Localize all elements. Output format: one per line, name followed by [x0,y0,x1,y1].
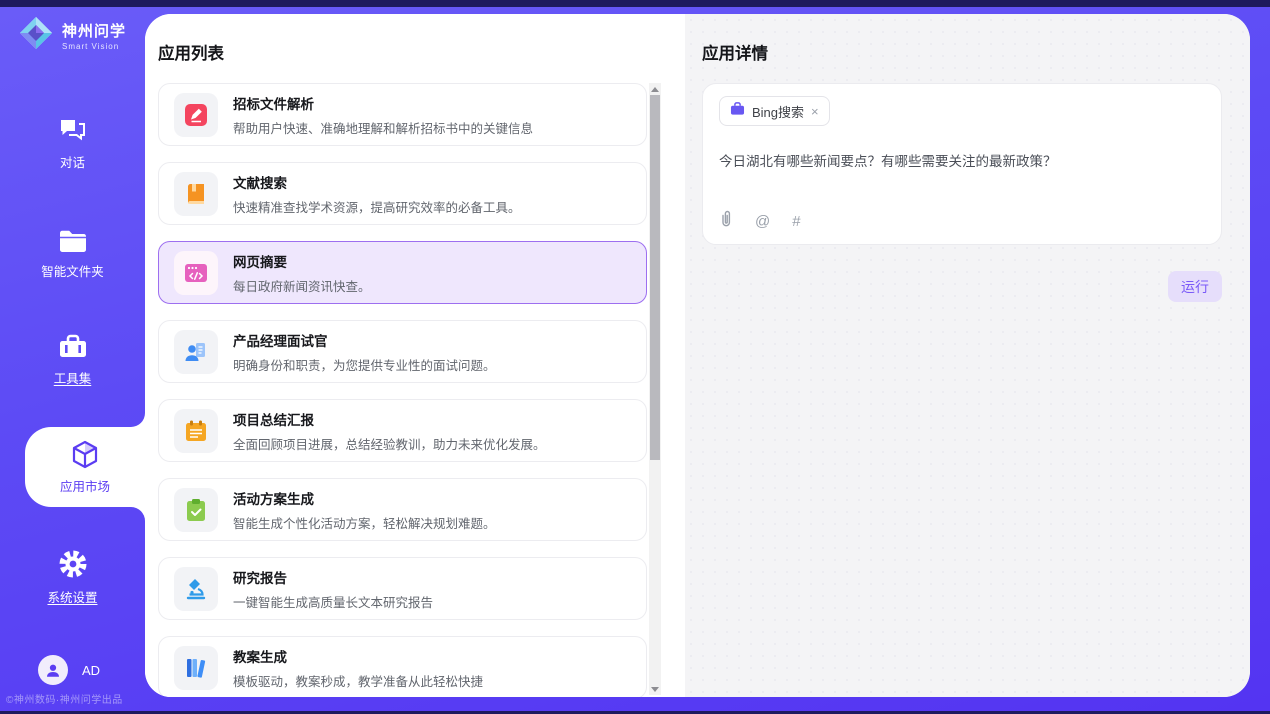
diamond-logo-icon [18,15,54,56]
app-name: 研究报告 [233,567,433,587]
sidebar: 神州问学 Smart Vision 对话 智能文件夹 [0,7,145,711]
sidebar-item-toolset[interactable]: 工具集 [0,333,145,387]
browser-code-icon [174,251,218,295]
sidebar-item-label: 系统设置 [0,587,145,606]
app-name: 项目总结汇报 [233,409,546,429]
app-card-web-summary[interactable]: 网页摘要 每日政府新闻资讯快查。 [158,241,647,304]
book-icon [174,172,218,216]
app-desc: 帮助用户快速、准确地理解和解析招标书中的关键信息 [233,118,533,137]
interviewer-icon [174,330,218,374]
app-name: 产品经理面试官 [233,330,496,350]
scroll-down-icon[interactable] [649,683,661,695]
list-scrollbar[interactable] [649,83,661,695]
sidebar-item-smart-folder[interactable]: 智能文件夹 [0,228,145,280]
folder-icon [0,228,145,254]
sidebar-item-label: 工具集 [0,368,145,387]
app-name: 教案生成 [233,646,483,666]
chat-icon [0,115,145,145]
app-name: 活动方案生成 [233,488,496,508]
sidebar-item-app-market[interactable]: 应用市场 [25,427,145,507]
run-button[interactable]: 运行 [1168,271,1222,302]
app-list-title: 应用列表 [158,40,224,64]
scrollbar-thumb[interactable] [650,95,660,460]
app-card-pm-interviewer[interactable]: 产品经理面试官 明确身份和职责，为您提供专业性的面试问题。 [158,320,647,383]
close-icon[interactable]: × [811,105,819,118]
app-desc: 智能生成个性化活动方案，轻松解决规划难题。 [233,513,496,532]
sidebar-item-chat[interactable]: 对话 [0,115,145,171]
tool-tag-label: Bing搜索 [752,102,804,121]
main-content: 应用列表 招标文件解析 帮助用户快速、准确地理解和解析招标书中的关键信息 [145,14,1250,697]
prompt-card[interactable]: Bing搜索 × 今日湖北有哪些新闻要点？有哪些需要关注的最新政策？ @ # [702,83,1222,245]
paperclip-icon[interactable] [719,210,733,232]
hashtag-icon[interactable]: # [792,213,800,230]
gear-icon [0,548,145,580]
clipboard-check-icon [174,488,218,532]
app-card-project-summary[interactable]: 项目总结汇报 全面回顾项目进展，总结经验教训，助力未来优化发展。 [158,399,647,462]
app-desc: 全面回顾项目进展，总结经验教训，助力未来优化发展。 [233,434,546,453]
app-detail-panel: 应用详情 Bing搜索 × 今日湖北有哪些新闻要点？有哪些需要关注的最新政策？ [685,14,1250,697]
sidebar-item-label: 智能文件夹 [0,261,145,280]
app-desc: 快速精准查找学术资源，提高研究效率的必备工具。 [233,197,521,216]
app-desc: 明确身份和职责，为您提供专业性的面试问题。 [233,355,496,374]
scroll-up-icon[interactable] [649,83,661,95]
books-icon [174,646,218,690]
user-account[interactable]: AD [38,655,100,685]
app-card-research-report[interactable]: 研究报告 一键智能生成高质量长文本研究报告 [158,557,647,620]
cube-icon [25,427,145,472]
app-name: 文献搜索 [233,172,521,192]
app-desc: 模板驱动，教案秒成，教学准备从此轻松快捷 [233,671,483,690]
brand-logo: 神州问学 Smart Vision [18,15,126,56]
app-card-literature-search[interactable]: 文献搜索 快速精准查找学术资源，提高研究效率的必备工具。 [158,162,647,225]
microscope-icon [174,567,218,611]
copyright-text: ©神州数码·神州问学出品 [6,691,145,706]
tool-tag-bing-search[interactable]: Bing搜索 × [719,96,830,126]
at-mention-icon[interactable]: @ [755,213,770,230]
sidebar-item-label: 对话 [0,152,145,171]
user-name: AD [82,663,100,678]
avatar [38,655,68,685]
brand-name: 神州问学 Smart Vision [62,20,126,51]
sidebar-item-label: 应用市场 [25,476,145,495]
briefcase-icon [730,102,745,121]
prompt-text[interactable]: 今日湖北有哪些新闻要点？有哪些需要关注的最新政策？ [719,150,1205,170]
app-card-lesson-plan[interactable]: 教案生成 模板驱动，教案秒成，教学准备从此轻松快捷 [158,636,647,697]
app-detail-title: 应用详情 [702,40,768,64]
toolbox-icon [0,333,145,361]
attachment-toolbar: @ # [719,210,801,232]
app-list-panel: 应用列表 招标文件解析 帮助用户快速、准确地理解和解析招标书中的关键信息 [145,14,685,697]
app-list: 招标文件解析 帮助用户快速、准确地理解和解析招标书中的关键信息 文献搜索 快速精… [158,83,647,697]
document-edit-icon [174,93,218,137]
calendar-note-icon [174,409,218,453]
app-card-event-plan[interactable]: 活动方案生成 智能生成个性化活动方案，轻松解决规划难题。 [158,478,647,541]
app-name: 网页摘要 [233,251,371,271]
app-name: 招标文件解析 [233,93,533,113]
app-desc: 一键智能生成高质量长文本研究报告 [233,592,433,611]
app-card-bid-analysis[interactable]: 招标文件解析 帮助用户快速、准确地理解和解析招标书中的关键信息 [158,83,647,146]
sidebar-item-settings[interactable]: 系统设置 [0,548,145,606]
app-desc: 每日政府新闻资讯快查。 [233,276,371,295]
